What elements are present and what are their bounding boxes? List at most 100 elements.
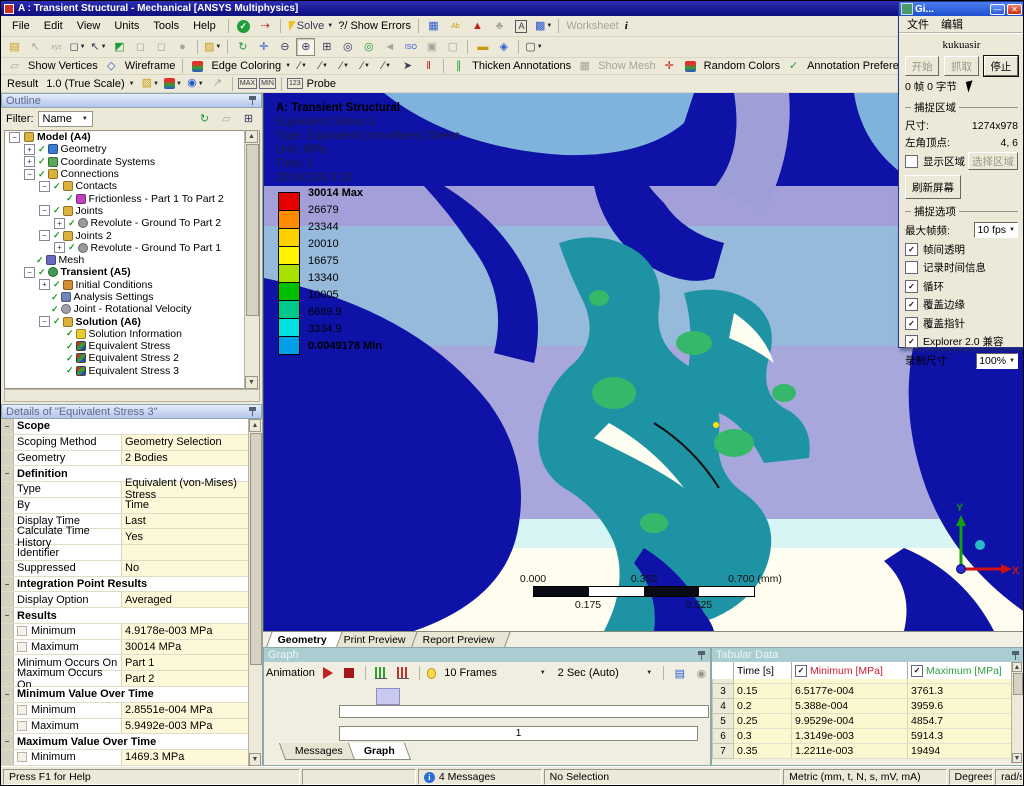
- rotate-icon[interactable]: ↻: [233, 38, 252, 56]
- scoped-bodies-icon[interactable]: ‖: [419, 57, 438, 75]
- viewports-icon[interactable]: ▢: [443, 38, 462, 56]
- new-figure-icon[interactable]: ▦: [424, 17, 443, 35]
- checkbox-icon[interactable]: ✓: [905, 335, 918, 348]
- expand-all-icon[interactable]: ⊞: [239, 110, 258, 128]
- expand-icon[interactable]: +: [54, 242, 65, 253]
- viewport-tab-geometry[interactable]: Geometry: [266, 631, 343, 647]
- menu-help[interactable]: Help: [186, 18, 223, 34]
- pan-icon[interactable]: ✛: [254, 38, 273, 56]
- tree-item[interactable]: +✓Revolute - Ground To Part 1: [5, 242, 259, 254]
- result-checkbox-icon[interactable]: [17, 752, 27, 762]
- capture-option[interactable]: ✓循环: [905, 279, 1018, 294]
- details-group-row[interactable]: −Scope: [1, 419, 250, 435]
- row-number[interactable]: 5: [712, 714, 734, 729]
- record-size-dropdown[interactable]: 100%▼: [976, 353, 1018, 369]
- look-at-icon[interactable]: ▣: [422, 38, 441, 56]
- outline-vertical-scrollbar[interactable]: ▲ ▼: [244, 130, 259, 389]
- dropdown-arrow-icon[interactable]: ▼: [153, 81, 159, 87]
- details-property-value[interactable]: Last: [122, 514, 250, 529]
- details-property-row[interactable]: Maximum Occurs OnPart 2: [1, 671, 250, 687]
- tree-item[interactable]: ✓Frictionless - Part 1 To Part 2: [5, 192, 259, 204]
- checkbox-icon[interactable]: ✓: [905, 243, 918, 256]
- dropdown-arrow-icon[interactable]: ▼: [80, 44, 86, 50]
- extend-selection-icon[interactable]: ◻: [131, 38, 150, 56]
- thicken-annotations-button[interactable]: Thicken Annotations: [470, 60, 573, 72]
- details-property-row[interactable]: TypeEquivalent (von-Mises) Stress: [1, 482, 250, 498]
- filter-name-dropdown[interactable]: Name ▼: [38, 111, 93, 127]
- details-property-value[interactable]: 2 Bodies: [122, 451, 250, 466]
- dropdown-arrow-icon[interactable]: ▼: [198, 81, 204, 87]
- geometry-display-icon[interactable]: ▧▼: [141, 75, 160, 93]
- menu-tools[interactable]: Tools: [146, 18, 186, 34]
- details-property-value[interactable]: 2.8551e-004 MPa: [122, 703, 250, 718]
- title-bar[interactable]: A : Transient Structural - Mechanical [A…: [1, 1, 1024, 16]
- details-property-row[interactable]: Display OptionAveraged: [1, 592, 250, 608]
- contour-bands-icon[interactable]: ▼: [163, 75, 183, 93]
- capture-title-bar[interactable]: Gi... — ✕: [899, 2, 1024, 16]
- random-colors-button[interactable]: Random Colors: [702, 60, 782, 72]
- tree-item[interactable]: ✓Mesh: [5, 254, 259, 266]
- fps-dropdown[interactable]: 10 fps▼: [974, 222, 1018, 238]
- proceed-dots-icon[interactable]: ⇢: [256, 17, 275, 35]
- details-property-value[interactable]: Yes: [122, 529, 250, 544]
- tabular-panel-header[interactable]: Tabular Data: [712, 648, 1024, 662]
- details-gutter[interactable]: −: [1, 419, 14, 434]
- info-button[interactable]: i: [623, 20, 630, 32]
- dropdown-arrow-icon[interactable]: ▼: [129, 81, 135, 87]
- tree-item[interactable]: ✓Joint - Rotational Velocity: [5, 303, 259, 315]
- image-capture-icon[interactable]: ▩▼: [534, 17, 553, 35]
- dropdown-arrow-icon[interactable]: ▼: [285, 63, 291, 69]
- table-row[interactable]: 60.31.3149e-0035914.3: [712, 729, 1014, 744]
- pin-icon[interactable]: [697, 651, 706, 660]
- show-region-checkbox[interactable]: 显示区域: [905, 154, 965, 169]
- tree-item[interactable]: +✓Initial Conditions: [5, 279, 259, 291]
- capture-option[interactable]: ✓Explorer 2.0 兼容: [905, 334, 1018, 349]
- details-property-row[interactable]: SuppressedNo: [1, 561, 250, 577]
- row-number[interactable]: 7: [712, 744, 734, 759]
- start-button[interactable]: 开始: [905, 56, 939, 76]
- select-bodies-icon[interactable]: ◩: [110, 38, 129, 56]
- checkbox-icon[interactable]: ✓: [905, 280, 918, 293]
- zoom-in-icon[interactable]: ⊕: [296, 38, 315, 56]
- tree-item[interactable]: ✓Equivalent Stress 2: [5, 352, 259, 364]
- graph-panel-header[interactable]: Graph: [264, 648, 710, 662]
- details-gutter[interactable]: −: [1, 577, 14, 592]
- details-property-value[interactable]: Part 1: [122, 655, 250, 670]
- tree-item[interactable]: ✓Solution Information: [5, 328, 259, 340]
- kinematics-icon[interactable]: ◉: [693, 664, 710, 682]
- max-annotation-button[interactable]: MAX: [238, 78, 257, 89]
- tree-item[interactable]: −✓Contacts: [5, 180, 259, 192]
- tree-item[interactable]: −Model (A4): [5, 131, 259, 143]
- details-gutter[interactable]: −: [1, 466, 14, 481]
- wireframe-button[interactable]: Wireframe: [123, 60, 178, 72]
- table-row[interactable]: 40.25.388e-0043959.6: [712, 699, 1014, 714]
- dropdown-arrow-icon[interactable]: ▼: [301, 63, 307, 69]
- details-group-row[interactable]: −Results: [1, 608, 250, 624]
- tree-item[interactable]: +✓Coordinate Systems: [5, 156, 259, 168]
- dropdown-arrow-icon[interactable]: ▼: [343, 63, 349, 69]
- solve-button[interactable]: Solve ▼: [286, 17, 334, 35]
- dropdown-arrow-icon[interactable]: ▼: [364, 63, 370, 69]
- column-checkbox[interactable]: ✓: [795, 665, 807, 677]
- details-vertical-scrollbar[interactable]: ▲ ▼: [248, 419, 262, 766]
- thick-arrow-icon[interactable]: ➤: [398, 57, 417, 75]
- row-number[interactable]: 6: [712, 729, 734, 744]
- expand-icon[interactable]: +: [54, 218, 65, 229]
- min-annotation-button[interactable]: MIN: [259, 78, 276, 89]
- view-cube-icon[interactable]: ▧▼: [203, 38, 222, 56]
- details-property-row[interactable]: Geometry2 Bodies: [1, 451, 250, 467]
- collapse-icon[interactable]: −: [24, 169, 35, 180]
- details-property-row[interactable]: Minimum1469.3 MPa: [1, 750, 250, 766]
- details-property-value[interactable]: [122, 545, 250, 560]
- result-checkbox-icon[interactable]: [17, 642, 27, 652]
- menu-file[interactable]: File: [5, 18, 37, 34]
- menu-units[interactable]: Units: [107, 18, 146, 34]
- details-group-row[interactable]: −Minimum Value Over Time: [1, 687, 250, 703]
- details-property-value[interactable]: Geometry Selection: [122, 435, 250, 450]
- checkbox-icon[interactable]: ✓: [905, 317, 918, 330]
- capture-option[interactable]: ✓覆盖指针: [905, 316, 1018, 331]
- edge-coloring-button[interactable]: Edge Coloring: [209, 60, 283, 72]
- result-checkbox-icon[interactable]: [17, 626, 27, 636]
- box-select-icon[interactable]: ◻▼: [68, 38, 87, 56]
- bottom-tab-messages[interactable]: Messages: [279, 743, 359, 760]
